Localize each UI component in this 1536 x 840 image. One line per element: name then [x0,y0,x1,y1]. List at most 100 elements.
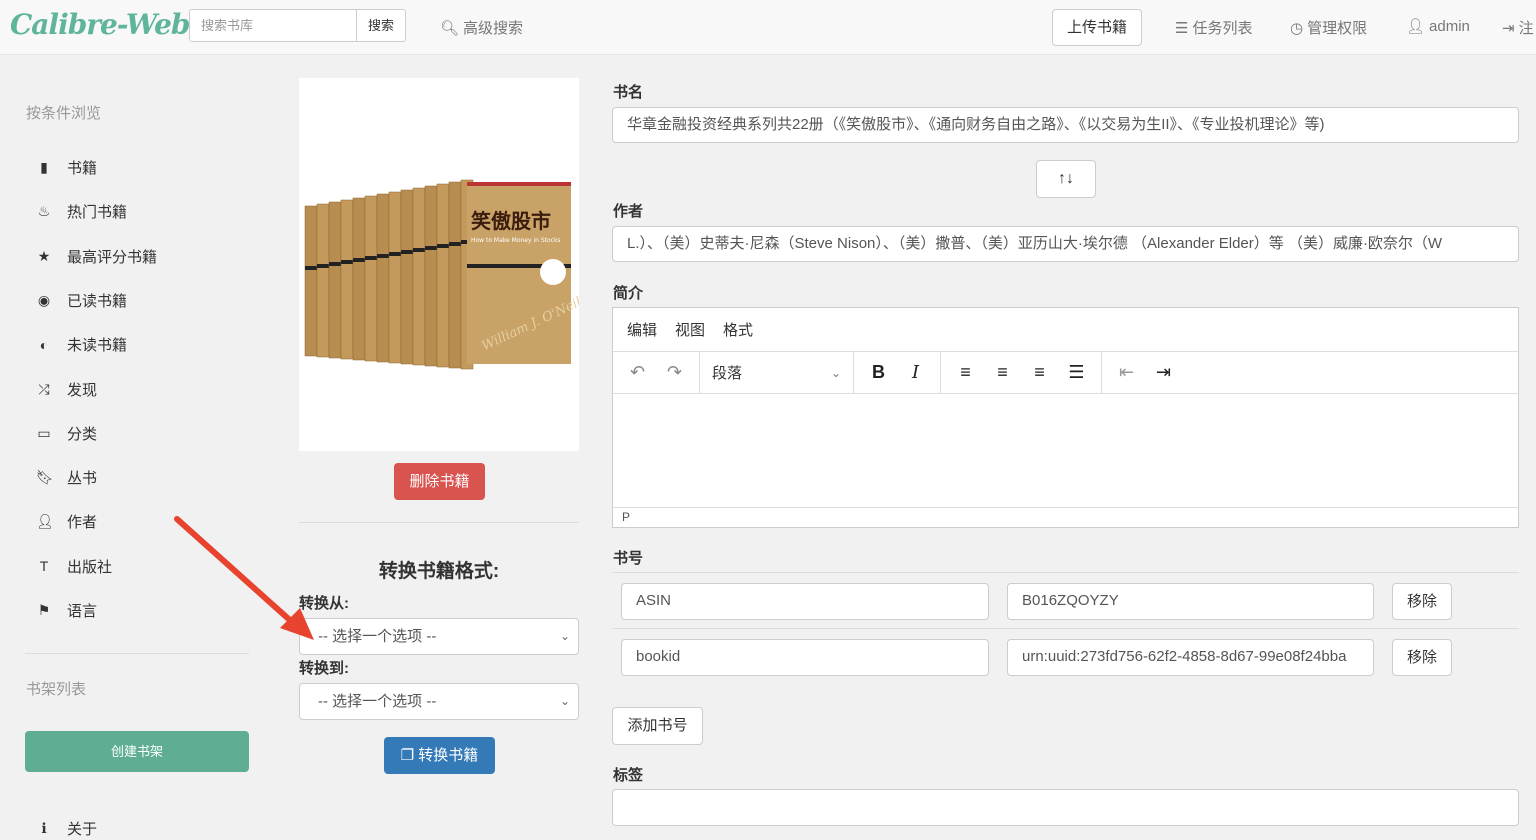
eye-icon: ◉ [37,291,51,308]
sidebar-item-9[interactable]: T 出版社 [36,556,112,577]
author-input[interactable]: L.）、（美）史蒂夫·尼森（Steve Nison）、（美）撒普、（美）亚历山大… [612,226,1519,262]
navbar: Calibre-Web 搜索书库 搜索 🔍︎ 高级搜索 上传书籍 ☰ 任务列表 ◷ 管… [0,0,1536,55]
menu-edit[interactable]: 编辑 [627,319,657,340]
chevron-down-icon: ⌄ [559,694,570,708]
user-label: admin [1429,17,1470,35]
fire-icon: ♨ [37,203,51,220]
sidebar-item-10[interactable]: ⚑ 语言 [36,600,97,621]
sidebar-item-7[interactable]: 🔖︎ 丛书 [36,467,97,488]
logout-icon: ⇥ [1502,19,1515,37]
sidebar-item-label: 热门书籍 [67,204,128,222]
identifier-value-input[interactable]: B016ZQOYZY [1007,583,1374,620]
sidebar-item-2[interactable]: ★ 最高评分书籍 [36,246,157,267]
identifiers-label: 书号 [613,550,644,567]
text-size-icon: T [39,558,49,575]
sidebar-item-label: 语言 [67,603,98,620]
sidebar-item-label: 分类 [67,425,98,443]
random-icon: ⤮ [38,380,50,397]
admin-link[interactable]: ◷ 管理权限 [1290,17,1367,38]
identifier-value-input[interactable]: urn:uuid:273fd756-62f2-4858-8d67-99e08f2… [1007,639,1374,676]
sidebar-item-label: 出版社 [67,558,113,576]
sidebar-item-label: 未读书籍 [67,337,128,355]
convert-to-label: 转换到: [299,660,349,677]
remove-identifier-button[interactable]: 移除 [1392,639,1452,676]
create-shelf-button[interactable]: 创建书架 [25,731,249,772]
logout-link[interactable]: ⇥ 注 [1502,17,1534,38]
divider [299,522,579,523]
logout-label: 注 [1518,20,1534,37]
user-icon: 👤︎ [36,513,54,530]
chevron-down-icon: ⌄ [830,365,841,380]
sidebar-item-about[interactable]: ℹ 关于 [36,818,97,839]
search-icon: 🔍︎ [440,19,460,37]
author-label: 作者 [613,203,644,220]
chevron-down-icon: ⌄ [559,629,570,643]
convert-from-label: 转换从: [299,595,349,612]
sidebar-item-6[interactable]: ▭ 分类 [36,423,97,444]
book-cover[interactable]: 笑傲股市 How to Make Money in Stocks William… [299,78,584,451]
block-format-select[interactable]: 段落 ⌄ [700,352,854,393]
upload-button[interactable]: 上传书籍 [1052,9,1142,46]
sidebar-item-5[interactable]: ⤮ 发现 [36,379,97,400]
dashboard-icon: ◷ [1290,19,1304,37]
redo-icon[interactable]: ↷ [656,362,693,383]
advanced-search-label: 高级搜索 [463,20,524,37]
outdent-icon[interactable]: ⇤ [1108,362,1145,383]
convert-label: 转换书籍 [418,747,479,764]
user-link[interactable]: 👤︎ admin [1406,17,1470,36]
tasks-link[interactable]: ☰ 任务列表 [1175,17,1252,38]
align-left-icon[interactable]: ≡ [947,362,984,383]
convert-book-button[interactable]: ❐ 转换书籍 [384,737,495,774]
swap-arrows-icon: ↑↓ [1058,170,1074,187]
cover-subtitle: How to Make Money in Stocks [471,237,561,244]
tags-input[interactable] [612,789,1519,826]
sidebar-item-label: 最高评分书籍 [67,248,158,266]
title-input[interactable]: 华章金融投资经典系列共22册（《笑傲股市》、《通向财务自由之路》、《以交易为生I… [612,107,1519,143]
editor-menubar: 编辑 视图 格式 [613,308,1518,352]
sidebar-item-label: 书籍 [67,160,98,177]
book-icon: ▮ [40,159,48,175]
sidebar-item-label: 已读书籍 [67,292,128,310]
browse-heading: 按条件浏览 [26,105,102,122]
convert-from-value: -- 选择一个选项 -- [318,628,437,645]
search-input[interactable]: 搜索书库 [189,9,357,42]
cover-title: 笑傲股市 [471,209,551,233]
tasks-label: 任务列表 [1192,20,1253,37]
align-right-icon[interactable]: ≡ [1021,362,1058,383]
tasks-icon: ☰ [1175,19,1189,37]
menu-format[interactable]: 格式 [723,319,753,340]
identifier-type-input[interactable]: ASIN [621,583,989,620]
identifier-type-input[interactable]: bookid [621,639,989,676]
advanced-search-link[interactable]: 🔍︎ 高级搜索 [440,17,523,38]
swap-title-author-button[interactable]: ↑↓ [1036,160,1096,198]
italic-icon[interactable]: I [897,362,934,383]
divider [25,653,249,654]
delete-book-button[interactable]: 删除书籍 [394,463,485,500]
sidebar-item-1[interactable]: ♨ 热门书籍 [36,201,127,222]
sidebar-item-3[interactable]: ◉ 已读书籍 [36,290,127,311]
sidebar-item-label: 丛书 [67,470,98,488]
convert-to-select[interactable]: -- 选择一个选项 -- ⌄ [299,683,579,720]
sidebar-item-0[interactable]: ▮ 书籍 [36,157,97,178]
add-identifier-button[interactable]: 添加书号 [612,707,703,745]
inbox-icon: ▭ [37,424,51,441]
bold-icon[interactable]: B [860,362,897,383]
about-label: 关于 [67,821,98,838]
search-button[interactable]: 搜索 [356,9,406,42]
convert-from-select[interactable]: -- 选择一个选项 -- ⌄ [299,618,579,655]
logo[interactable]: Calibre-Web [10,8,190,41]
convert-heading: 转换书籍格式: [378,561,500,582]
remove-identifier-button[interactable]: 移除 [1392,583,1452,620]
sidebar-item-8[interactable]: 👤︎ 作者 [36,511,97,532]
sidebar-item-label: 发现 [67,381,98,399]
indent-icon[interactable]: ⇥ [1145,362,1182,383]
description-editor[interactable]: 编辑 视图 格式 ↶ ↷ 段落 ⌄ BI ≡ ≡ ≡ ☰ ⇤ ⇥ P [612,307,1519,528]
sidebar-item-4[interactable]: ◐ 未读书籍 [36,334,127,355]
align-center-icon[interactable]: ≡ [984,362,1021,383]
align-justify-icon[interactable]: ☰ [1058,362,1095,383]
bookmark-icon: 🔖︎ [36,469,54,486]
editor-statusbar: P [613,507,1518,527]
undo-icon[interactable]: ↶ [619,362,656,383]
book-cover-image: 笑傲股市 How to Make Money in Stocks William… [304,179,584,370]
menu-view[interactable]: 视图 [675,319,705,340]
